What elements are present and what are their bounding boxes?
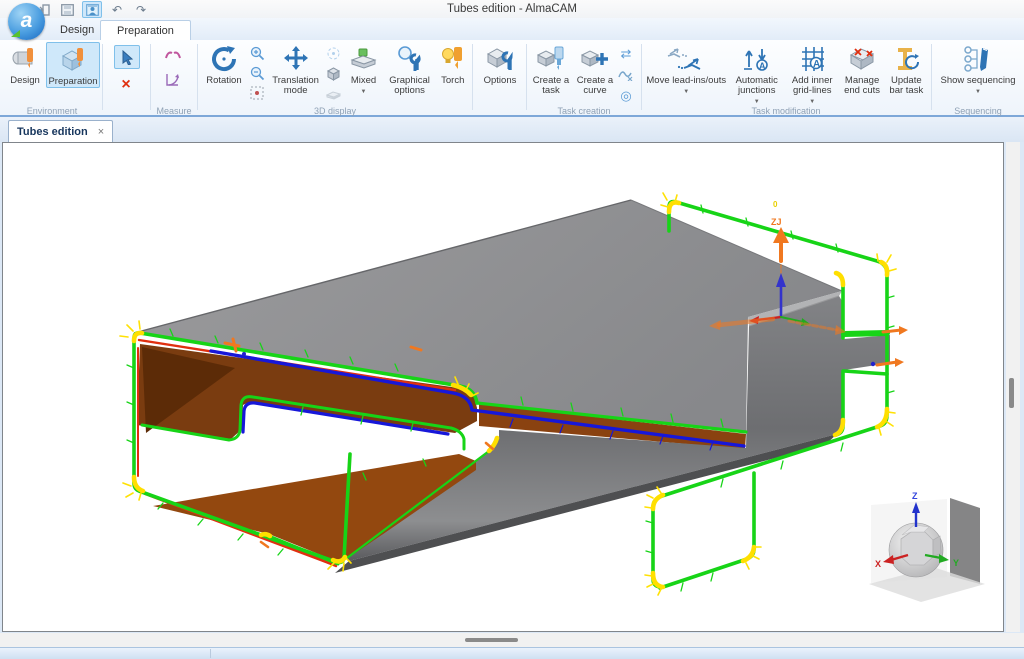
curve-function-icon[interactable] [617, 66, 635, 83]
undo-icon[interactable]: ↶ [108, 2, 126, 17]
svg-text:A: A [759, 61, 766, 71]
status-bar [0, 647, 1024, 659]
mixed-dropdown-icon[interactable]: ▼ [361, 87, 367, 97]
create-task-icon [536, 44, 566, 74]
end-cuts-icon [847, 44, 877, 74]
vertical-scrollbar[interactable] [1006, 142, 1020, 632]
group-3d-display: Rotation Translation mode [199, 42, 471, 104]
design-environment-icon [10, 44, 40, 74]
concentric-circles-icon[interactable]: ◎ [617, 87, 635, 104]
zoom-out-icon[interactable] [249, 65, 267, 82]
horizontal-scrollbar-thumb[interactable] [465, 638, 518, 642]
torch-button[interactable]: Torch [435, 42, 472, 86]
group-selection: × [106, 42, 148, 104]
cube-view-icon[interactable] [324, 65, 342, 82]
manage-end-cuts-button[interactable]: Manage end cuts [839, 42, 884, 96]
group-label-measure: Measure [152, 106, 196, 116]
preparation-environment-button[interactable]: Preparation [46, 42, 100, 88]
translation-icon [281, 44, 311, 74]
rotation-icon [209, 44, 239, 74]
svg-text:A: A [813, 59, 820, 70]
almacam-logo[interactable]: a [8, 3, 45, 40]
measure-distance-icon[interactable] [164, 45, 182, 62]
torch-icon [440, 44, 466, 74]
show-sequencing-button[interactable]: Show sequencing ▼ [934, 42, 1022, 97]
group-measure: Measure [152, 42, 196, 104]
group-label-sequencing: Sequencing [934, 106, 1022, 116]
move-lead-ins-icon [666, 44, 706, 74]
x-axis-label: X [875, 559, 881, 569]
vertical-scrollbar-thumb[interactable] [1009, 378, 1014, 408]
orbit-view-icon[interactable] [324, 45, 342, 62]
tube-solid [134, 200, 890, 573]
translation-mode-button[interactable]: Translation mode [267, 42, 325, 96]
options-icon [485, 44, 515, 74]
mixed-button[interactable]: Mixed ▼ [342, 42, 384, 97]
quick-access-toolbar: ↶ ↷ [34, 1, 150, 18]
orientation-cube[interactable]: Z X Y [869, 491, 985, 602]
update-bar-task-button[interactable]: Update bar task [885, 42, 928, 96]
automatic-junctions-button[interactable]: A Automatic junctions▼ [729, 42, 785, 107]
group-label-environment: Environment [4, 106, 100, 116]
document-tab-label: Tubes edition [17, 126, 88, 138]
close-icon[interactable]: × [98, 126, 104, 138]
options-button[interactable]: Options [476, 42, 524, 86]
graphical-options-icon [396, 44, 424, 74]
horizontal-scrollbar[interactable] [0, 633, 1024, 647]
window-title: Tubes edition - AlmaCAM [447, 3, 577, 15]
z-axis-label: Z [912, 491, 918, 501]
zoom-fit-icon[interactable] [249, 85, 267, 102]
group-task-modification: Move lead-ins/outs ▼ A Automatic junctio… [644, 42, 928, 104]
add-inner-grid-lines-button[interactable]: A Add inner grid-lines▼ [785, 42, 840, 107]
redo-icon[interactable]: ↷ [132, 2, 150, 17]
group-task-creation: Create a task Create a curve ⇄ ◎ Task cr… [529, 42, 639, 104]
save-icon[interactable] [58, 2, 76, 17]
ribbon-tab-row: Design Preparation [0, 18, 1024, 40]
user-card-icon[interactable] [82, 1, 102, 18]
document-tab-strip: Tubes edition × [0, 117, 1024, 142]
flat-view-icon[interactable] [324, 85, 342, 102]
y-axis-label: Y [953, 558, 959, 568]
zoom-in-icon[interactable] [249, 45, 267, 62]
move-lead-ins-dropdown-icon[interactable]: ▼ [683, 87, 689, 97]
tube-model-svg: ZJ 0 Z X Y [3, 143, 1003, 631]
group-environment: Design Preparation Environment [4, 42, 100, 104]
rotation-button[interactable]: Rotation [199, 42, 249, 86]
design-environment-button[interactable]: Design [4, 42, 46, 86]
zj-marker-label: ZJ [771, 217, 782, 227]
ribbon: Design Preparation Environment × [0, 40, 1024, 117]
update-bar-icon [892, 44, 920, 74]
pointer-icon[interactable] [114, 45, 140, 69]
group-label-task-creation: Task creation [529, 106, 639, 116]
grid-lines-icon: A [798, 44, 826, 74]
sequencing-dropdown-icon[interactable]: ▼ [975, 87, 981, 97]
group-label-task-modification: Task modification [644, 106, 928, 116]
create-task-button[interactable]: Create a task [529, 42, 573, 96]
mixed-display-icon [350, 44, 378, 74]
group-options: Options [476, 42, 524, 104]
zero-marker-label: 0 [773, 200, 778, 209]
graphical-options-button[interactable]: Graphical options [385, 42, 435, 96]
reverse-direction-icon[interactable]: ⇄ [617, 45, 635, 62]
title-bar: Tubes edition - AlmaCAM [0, 0, 1024, 18]
group-sequencing: Show sequencing ▼ Sequencing [934, 42, 1022, 104]
tab-preparation[interactable]: Preparation [100, 20, 191, 41]
document-tab-tubes-edition[interactable]: Tubes edition × [8, 120, 113, 143]
measure-angle-icon[interactable] [164, 70, 182, 87]
delete-icon[interactable]: × [114, 75, 138, 95]
sequencing-icon [962, 44, 994, 74]
3d-viewport[interactable]: ZJ 0 Z X Y [2, 142, 1004, 632]
move-lead-ins-outs-button[interactable]: Move lead-ins/outs ▼ [644, 42, 729, 97]
group-label-3d-display: 3D display [199, 106, 471, 116]
automatic-junctions-icon: A [742, 44, 772, 74]
create-curve-icon [580, 44, 610, 74]
preparation-environment-icon [58, 45, 88, 75]
create-curve-button[interactable]: Create a curve [573, 42, 617, 96]
